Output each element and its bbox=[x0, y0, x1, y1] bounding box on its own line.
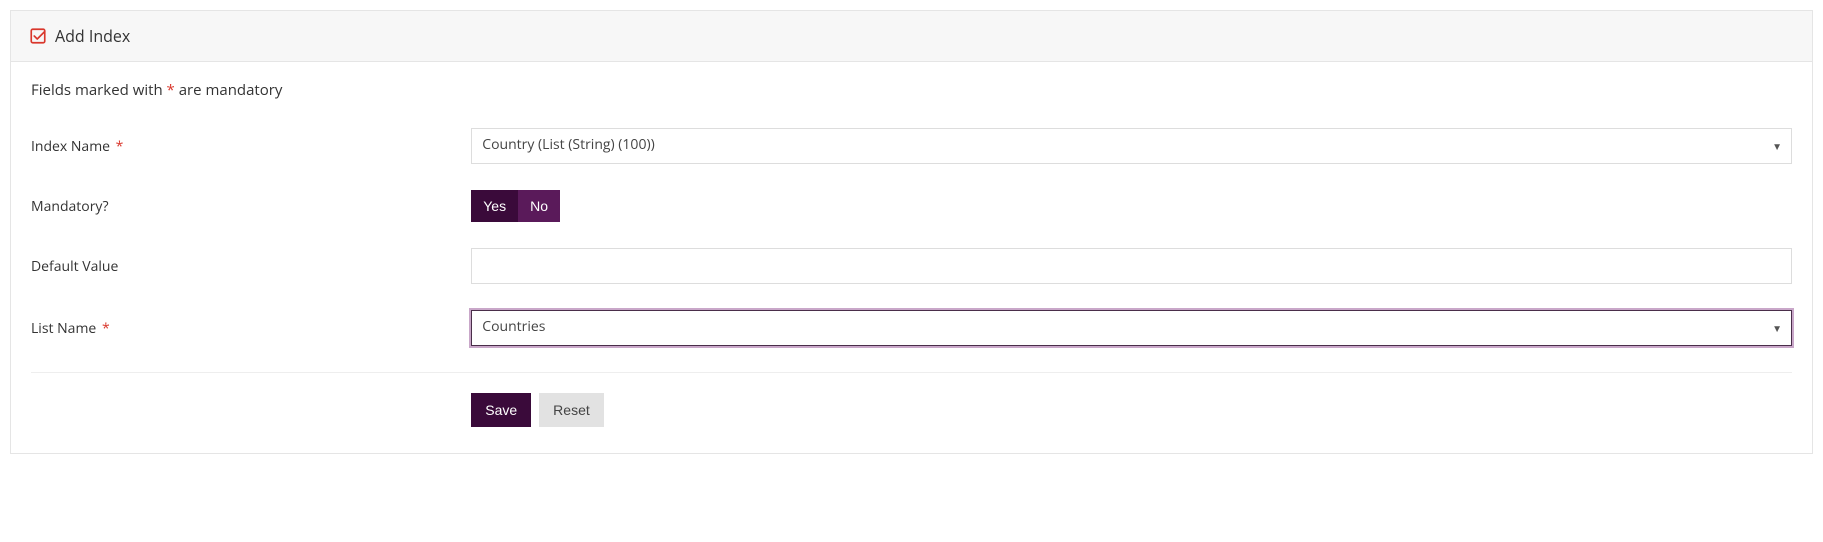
panel-header: Add Index bbox=[11, 11, 1812, 62]
mandatory-toggle: Yes No bbox=[471, 190, 560, 222]
mandatory-yes-button[interactable]: Yes bbox=[471, 190, 518, 222]
index-name-value: Country (List (String) (100)) bbox=[482, 135, 654, 154]
check-square-icon bbox=[29, 27, 47, 45]
row-default-value: Default Value bbox=[31, 248, 1792, 284]
list-name-select[interactable]: Countries bbox=[471, 310, 1792, 346]
row-buttons: Save Reset bbox=[31, 393, 1792, 427]
reset-button[interactable]: Reset bbox=[539, 393, 604, 427]
label-index-name: Index Name * bbox=[31, 137, 471, 156]
label-default-value: Default Value bbox=[31, 257, 471, 276]
notice-asterisk: * bbox=[167, 80, 175, 100]
save-button[interactable]: Save bbox=[471, 393, 531, 427]
label-list-name: List Name * bbox=[31, 319, 471, 338]
default-value-input[interactable] bbox=[471, 248, 1792, 284]
row-index-name: Index Name * Country (List (String) (100… bbox=[31, 128, 1792, 164]
index-name-select[interactable]: Country (List (String) (100)) bbox=[471, 128, 1792, 164]
panel-body: Fields marked with * are mandatory Index… bbox=[11, 62, 1812, 453]
panel-title: Add Index bbox=[55, 25, 130, 47]
notice-prefix: Fields marked with bbox=[31, 80, 167, 100]
row-list-name: List Name * Countries ▼ bbox=[31, 310, 1792, 346]
mandatory-notice: Fields marked with * are mandatory bbox=[31, 80, 1792, 100]
list-name-value: Countries bbox=[482, 317, 545, 336]
mandatory-no-button[interactable]: No bbox=[518, 190, 560, 222]
row-mandatory: Mandatory? Yes No bbox=[31, 190, 1792, 222]
notice-suffix: are mandatory bbox=[175, 80, 283, 100]
label-mandatory: Mandatory? bbox=[31, 197, 471, 216]
add-index-panel: Add Index Fields marked with * are manda… bbox=[10, 10, 1813, 454]
divider bbox=[31, 372, 1792, 373]
